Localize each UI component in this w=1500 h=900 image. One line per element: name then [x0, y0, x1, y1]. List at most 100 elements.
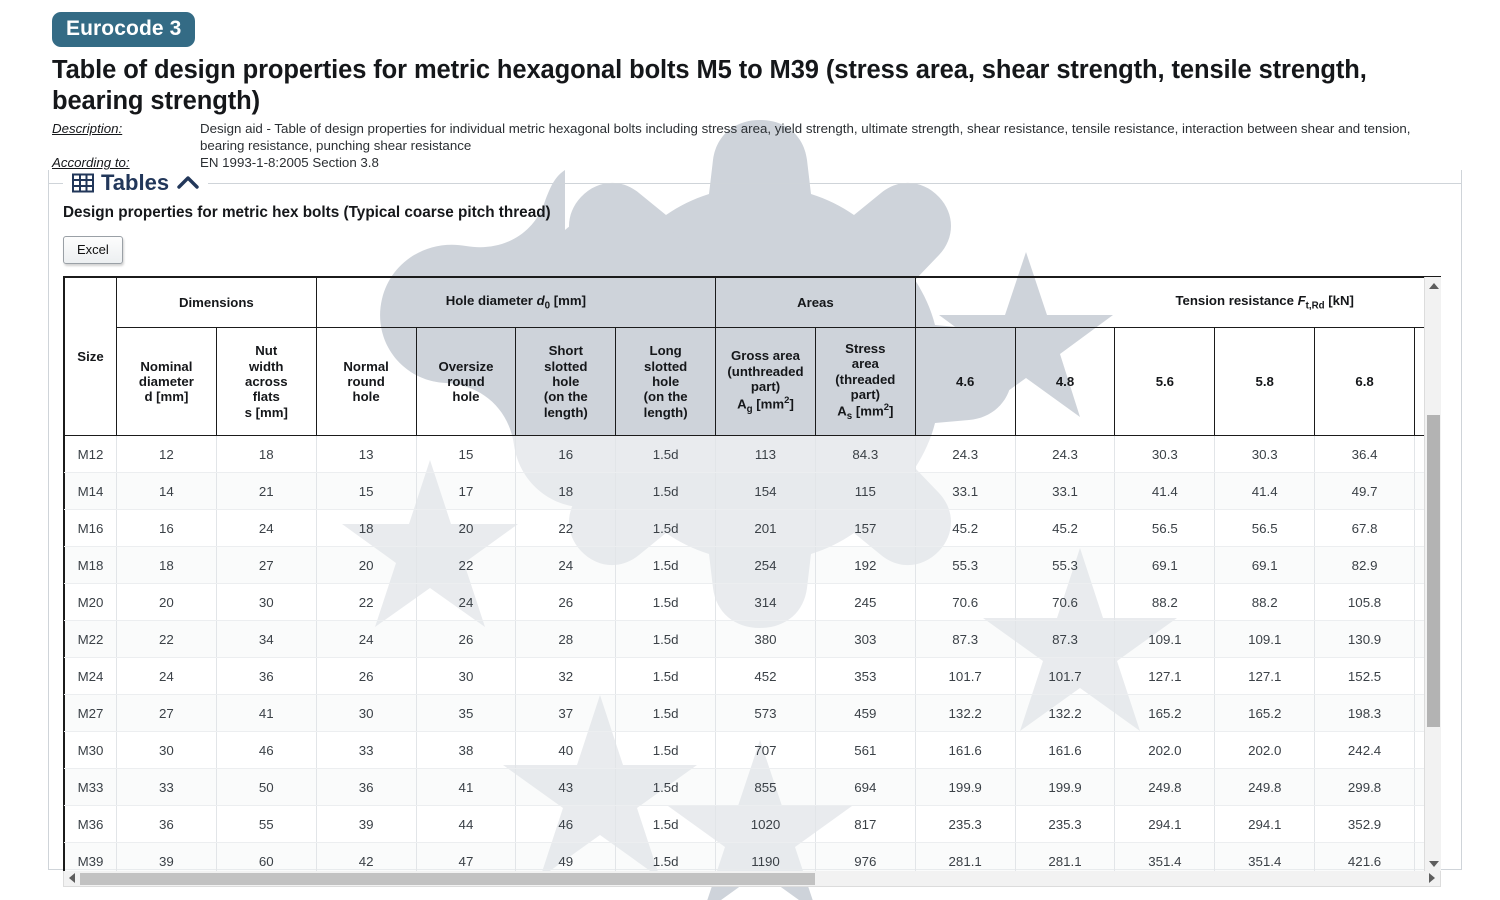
table-row: M16 16 24 18 20 22 1.5d 201 157 45.2 45.2 56.5 56.5 6…: [64, 509, 1425, 548]
cell-tension-4.8: 87.3: [1014, 620, 1116, 659]
cell-short-slotted-hole: 26: [515, 583, 617, 622]
cell-tension-4.6: 87.3: [914, 620, 1016, 659]
cell-tension-4.8: 281.1: [1014, 842, 1116, 872]
cell-normal-round-hole: 13: [315, 435, 417, 474]
cell-normal-round-hole: 26: [315, 657, 417, 696]
cell-size: M24: [64, 657, 117, 696]
document-header: Eurocode 3 Table of design properties fo…: [0, 0, 1500, 171]
scroll-left-arrow-icon[interactable]: [64, 871, 80, 885]
cell-tension-4.6: 281.1: [914, 842, 1016, 872]
cell-long-slotted-hole: 1.5d: [615, 694, 717, 733]
cell-long-slotted-hole: 1.5d: [615, 546, 717, 585]
meta-row-description: Description: Design aid - Table of desig…: [52, 120, 1450, 154]
cell-nominal-diameter: 14: [116, 472, 217, 511]
cell-short-slotted-hole: 22: [515, 509, 617, 548]
cell-size: M39: [64, 842, 117, 872]
cell-tension-4.6: 70.6: [914, 583, 1016, 622]
table-horizontal-scrollbar[interactable]: [63, 871, 1441, 888]
cell-tension-6.8: 421.6: [1314, 842, 1415, 872]
cell-oversize-round-hole: 47: [415, 842, 517, 872]
cell-normal-round-hole: 18: [315, 509, 417, 548]
table-row: M22 22 34 24 26 28 1.5d 380 303 87.3 87.3 109.1 109.…: [64, 620, 1425, 659]
cell-size: M18: [64, 546, 117, 585]
col-header-tension-grade-3: 5.8: [1214, 327, 1316, 437]
vertical-scroll-thumb[interactable]: [1427, 415, 1440, 728]
cell-stress-area: 245: [814, 583, 916, 622]
cell-normal-round-hole: 20: [315, 546, 417, 585]
table-body: M12 12 18 13 15 16 1.5d 113 84.3 24.3 24.3 30.3 30.3…: [64, 435, 1425, 872]
cell-nut-width: 27: [215, 546, 317, 585]
cell-stress-area: 115: [814, 472, 916, 511]
table-subtitle: Design properties for metric hex bolts (…: [63, 204, 551, 222]
table-vertical-scrollbar[interactable]: [1424, 277, 1441, 872]
col-header-tension-grade-2: 5.6: [1114, 327, 1216, 437]
cell-size: M30: [64, 731, 117, 770]
cell-normal-round-hole: 42: [315, 842, 417, 872]
cell-tension-6.8: 36.4: [1314, 435, 1415, 474]
table-row: M18 18 27 20 22 24 1.5d 254 192 55.3 55.3 69.1 69.1 8…: [64, 546, 1425, 585]
col-group-tension-resistance: Tension resistance Ft,Rd [kN]: [914, 277, 1425, 329]
excel-export-button[interactable]: Excel: [63, 236, 123, 265]
cell-tension-6.8: 49.7: [1314, 472, 1415, 511]
tables-section-body: Design properties for metric hex bolts (…: [49, 196, 1461, 888]
cell-normal-round-hole: 33: [315, 731, 417, 770]
cell-tension-6.8: 198.3: [1314, 694, 1415, 733]
cell-nominal-diameter: 39: [116, 842, 217, 872]
table-sub-header-row: Nominal diameter d [mm] Nut width across flat…: [65, 327, 1425, 437]
cell-tension-4.6: 101.7: [914, 657, 1016, 696]
cell-tension-5.6: 202.0: [1114, 731, 1216, 770]
chevron-up-icon[interactable]: [177, 175, 199, 191]
cell-gross-area: 1020: [715, 805, 816, 844]
cell-tension-5.8: 56.5: [1214, 509, 1316, 548]
cell-tension-6.8: 152.5: [1314, 657, 1415, 696]
cell-stress-area: 303: [814, 620, 916, 659]
cell-oversize-round-hole: 38: [415, 731, 517, 770]
cell-nominal-diameter: 36: [116, 805, 217, 844]
cell-stress-area: 459: [814, 694, 916, 733]
cell-nut-width: 60: [215, 842, 317, 872]
cell-short-slotted-hole: 28: [515, 620, 617, 659]
table-row: M27 27 41 30 35 37 1.5d 573 459 132.2 132.2 165.2 16…: [64, 694, 1425, 733]
cell-tension-4.8: 24.3: [1014, 435, 1116, 474]
scroll-up-arrow-icon[interactable]: [1425, 277, 1441, 294]
according-to-value: EN 1993-1-8:2005 Section 3.8: [200, 155, 379, 171]
scroll-down-arrow-icon[interactable]: [1425, 855, 1441, 871]
horizontal-scroll-thumb[interactable]: [80, 873, 815, 886]
col-header-nominal-diameter: Nominal diameter d [mm]: [116, 327, 217, 437]
table-viewport: Size Dimensions Hole diameter d0 [mm] Ar…: [63, 276, 1441, 872]
cell-stress-area: 353: [814, 657, 916, 696]
cell-tension-5.8: 88.2: [1214, 583, 1316, 622]
cell-tension-6.8: 299.8: [1314, 768, 1415, 807]
cell-nominal-diameter: 16: [116, 509, 217, 548]
cell-tension-4.8: 235.3: [1014, 805, 1116, 844]
cell-tension-5.8: 351.4: [1214, 842, 1316, 872]
cell-tension-5.6: 294.1: [1114, 805, 1216, 844]
col-group-hole-diameter: Hole diameter d0 [mm]: [315, 277, 717, 329]
col-header-short-slotted-hole: Short slotted hole (on the length): [515, 327, 617, 437]
cell-oversize-round-hole: 20: [415, 509, 517, 548]
cell-long-slotted-hole: 1.5d: [615, 768, 717, 807]
cell-tension-5.8: 41.4: [1214, 472, 1316, 511]
cell-short-slotted-hole: 43: [515, 768, 617, 807]
col-header-tension-grade-4: 6.8: [1314, 327, 1415, 437]
cell-stress-area: 976: [814, 842, 916, 872]
tables-legend-toggle[interactable]: Tables: [63, 170, 209, 197]
legend-left-rule: [49, 182, 63, 184]
page-title: Table of design properties for metric he…: [52, 56, 1367, 116]
scroll-right-arrow-icon[interactable]: [1424, 871, 1440, 885]
eurocode-badge: Eurocode 3: [52, 12, 196, 47]
cell-tension-4.8: 199.9: [1014, 768, 1116, 807]
cell-tension-4.8: 55.3: [1014, 546, 1116, 585]
tables-legend-label: Tables: [101, 170, 170, 196]
cell-tension-5.8: 30.3: [1214, 435, 1316, 474]
cell-long-slotted-hole: 1.5d: [615, 731, 717, 770]
cell-long-slotted-hole: 1.5d: [615, 583, 717, 622]
cell-tension-4.6: 24.3: [914, 435, 1016, 474]
cell-tension-6.8: 352.9: [1314, 805, 1415, 844]
cell-long-slotted-hole: 1.5d: [615, 657, 717, 696]
cell-tension-5.6: 56.5: [1114, 509, 1216, 548]
cell-tension-4.8: 132.2: [1014, 694, 1116, 733]
cell-tension-5.8: 165.2: [1214, 694, 1316, 733]
cell-tension-4.6: 199.9: [914, 768, 1016, 807]
cell-oversize-round-hole: 30: [415, 657, 517, 696]
